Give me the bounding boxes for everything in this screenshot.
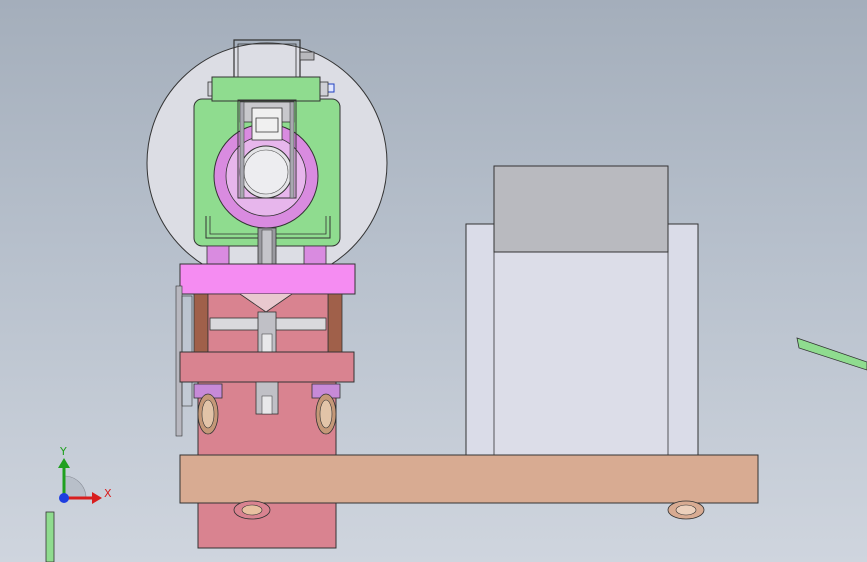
x-axis-label: X <box>104 487 112 500</box>
wood-base[interactable] <box>179 454 759 504</box>
z-axis-dot-icon <box>59 493 69 503</box>
lower-plate[interactable] <box>179 351 355 383</box>
side-knob[interactable] <box>299 51 315 61</box>
cabinet-top-box[interactable] <box>493 165 669 253</box>
cabinet[interactable] <box>465 165 699 457</box>
cabinet-inner[interactable] <box>493 251 669 457</box>
pink-plate[interactable] <box>179 263 356 295</box>
y-axis-label: Y <box>59 445 67 458</box>
right-brown-post[interactable] <box>327 293 343 355</box>
green-rod-right[interactable] <box>796 337 867 371</box>
cad-viewport[interactable]: Y X <box>0 0 867 562</box>
green-rod-left[interactable] <box>45 511 55 562</box>
left-brown-post[interactable] <box>193 293 209 355</box>
green-top-block[interactable] <box>211 76 321 102</box>
purple-post-right[interactable] <box>303 245 327 265</box>
drum-assembly[interactable] <box>146 39 388 284</box>
y-axis-arrow-icon <box>58 458 70 468</box>
coordinate-triad: Y X <box>58 445 112 504</box>
x-axis-arrow-icon <box>92 492 102 504</box>
purple-post-left[interactable] <box>206 245 230 265</box>
